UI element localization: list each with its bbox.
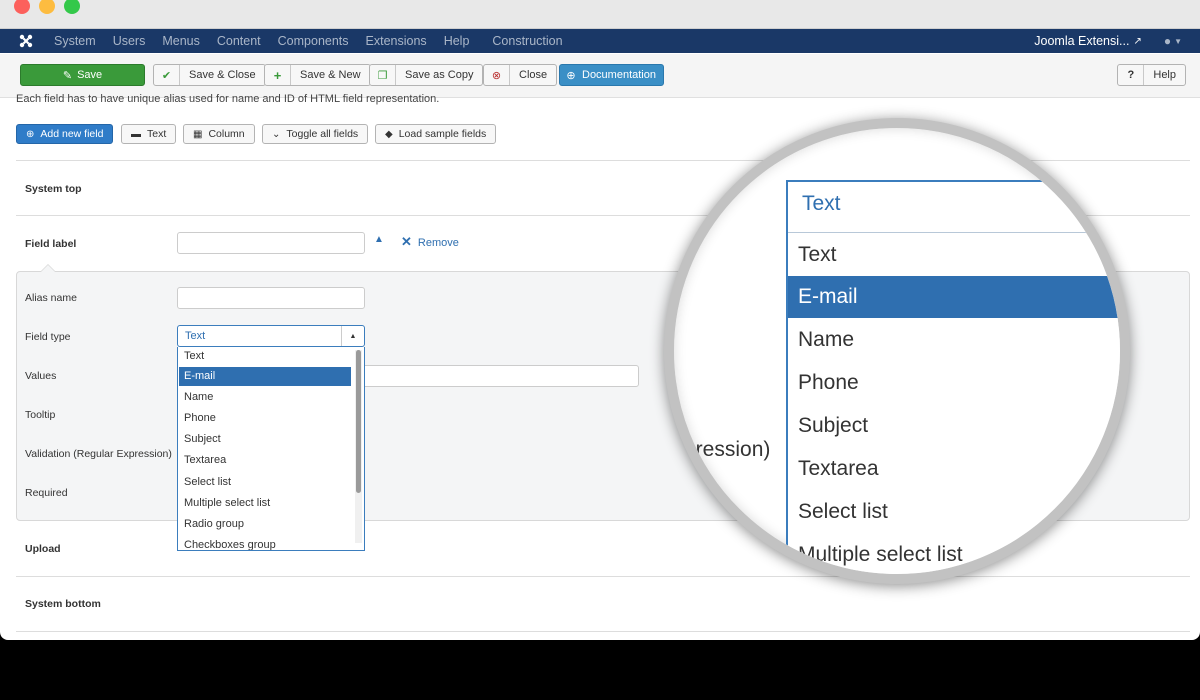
divider <box>16 631 1190 632</box>
help-button[interactable]: ? Help <box>1117 64 1186 86</box>
dropdown-option[interactable]: Textarea <box>179 451 351 470</box>
close-window-dot[interactable] <box>14 0 30 14</box>
save-close-button[interactable]: ✔ Save & Close <box>153 64 266 86</box>
action-toolbar: ✎ Save ✔ Save & Close + Save & New ❐ Sav… <box>0 54 1200 98</box>
admin-navbar: System Users Menus Content Components Ex… <box>0 29 1200 53</box>
field-type-value: Text <box>185 330 206 342</box>
magnified-divider <box>788 232 1118 233</box>
menu-users[interactable]: Users <box>113 29 146 53</box>
magnified-option: Phone <box>798 371 859 394</box>
grid-icon: ▦ <box>193 128 203 140</box>
close-button[interactable]: ⊗ Close <box>483 64 558 86</box>
maximize-window-dot[interactable] <box>64 0 80 14</box>
menu-menus[interactable]: Menus <box>162 29 200 53</box>
panel-pointer-inner <box>41 265 55 272</box>
save-button[interactable]: ✎ Save <box>20 64 145 86</box>
checkmark-icon: ✔ <box>154 65 180 85</box>
menu-extensions[interactable]: Extensions <box>366 29 427 53</box>
documentation-button[interactable]: ⊕ Documentation <box>559 64 664 86</box>
plus-circle-icon: ⊕ <box>26 128 35 140</box>
dropdown-scrollbar-thumb[interactable] <box>356 350 361 493</box>
edit-icon: ✎ <box>62 69 73 82</box>
dropdown-option[interactable]: Phone <box>179 409 351 428</box>
add-new-field-button[interactable]: ⊕ Add new field <box>16 124 114 144</box>
magnified-option: Multiple select list <box>798 543 963 566</box>
magnified-dropdown: Text Text E-mail Name Phone Subject Text… <box>786 180 1120 574</box>
menu-construction[interactable]: Construction <box>492 29 562 53</box>
globe-icon: ⊕ <box>566 69 576 82</box>
field-type-label: Field type <box>25 331 71 343</box>
menu-help[interactable]: Help <box>444 29 470 53</box>
dropdown-option[interactable]: Checkboxes group <box>179 536 351 550</box>
toggle-all-fields-button[interactable]: ⌄ Toggle all fields <box>262 124 369 144</box>
close-icon: ✕ <box>401 234 412 249</box>
section-upload[interactable]: Upload <box>25 543 61 555</box>
divider <box>16 576 1190 577</box>
remove-field-link[interactable]: ✕ Remove <box>401 234 459 250</box>
magnified-option: Name <box>798 328 855 351</box>
field-type-select[interactable]: Text ▲ <box>177 325 365 347</box>
menu-components[interactable]: Components <box>278 29 349 53</box>
dropdown-option[interactable]: Multiple select list <box>179 494 351 513</box>
save-copy-button[interactable]: ❐ Save as Copy <box>369 64 484 86</box>
section-field-label[interactable]: Field label <box>25 238 76 250</box>
cube-icon: ◆ <box>385 128 393 140</box>
values-label: Values <box>25 370 57 382</box>
plus-icon: + <box>265 65 291 85</box>
site-link[interactable]: Joomla Extensi... <box>1034 34 1129 48</box>
dropdown-option[interactable]: Radio group <box>179 515 351 534</box>
external-link-icon: ↗ <box>1133 35 1142 47</box>
window-titlebar <box>0 0 1200 29</box>
description-text: Each field has to have unique alias used… <box>16 93 440 105</box>
magnified-view: pression) Text Text E-mail Name Phone Su… <box>674 128 1120 574</box>
menu-system[interactable]: System <box>54 29 96 53</box>
chevron-down-icon[interactable]: ▼ <box>1174 37 1182 46</box>
dropdown-option-selected[interactable]: E-mail <box>179 367 351 386</box>
tooltip-label: Tooltip <box>25 409 56 421</box>
magnified-option: Select list <box>798 500 888 523</box>
magnified-selected-value: Text <box>802 192 841 215</box>
chevron-down-icon: ⌄ <box>272 128 281 140</box>
main-menu: System Users Menus Content Components Ex… <box>54 29 580 53</box>
save-new-button[interactable]: + Save & New <box>264 64 371 86</box>
section-system-top[interactable]: System top <box>25 183 82 195</box>
add-column-button[interactable]: ▦ Column <box>183 124 255 144</box>
magnified-option: Textarea <box>798 457 879 480</box>
load-sample-fields-button[interactable]: ◆ Load sample fields <box>375 124 497 144</box>
dropdown-option[interactable]: Name <box>179 388 351 407</box>
validation-label: Validation (Regular Expression) <box>25 448 172 460</box>
dropdown-option[interactable]: Select list <box>179 473 351 492</box>
magnified-option-selected: E-mail <box>788 276 1118 318</box>
magnified-background-text: pression) <box>684 438 771 461</box>
required-label: Required <box>25 487 68 499</box>
dropdown-option[interactable]: Text <box>179 347 351 366</box>
navbar-right: Joomla Extensi... ↗ ● ▼ <box>1034 29 1182 53</box>
magnified-option: Subject <box>798 414 869 437</box>
close-circle-icon: ⊗ <box>484 65 510 85</box>
copy-icon: ❐ <box>370 65 396 85</box>
alias-name-input[interactable] <box>177 287 365 309</box>
joomla-logo-icon[interactable] <box>18 33 34 49</box>
alias-name-label: Alias name <box>25 292 77 304</box>
add-text-button[interactable]: ▬ Text <box>121 124 177 144</box>
section-system-bottom[interactable]: System bottom <box>25 598 101 610</box>
field-type-dropdown[interactable]: Text E-mail Name Phone Subject Textarea … <box>177 347 365 551</box>
caret-up-icon[interactable]: ▲ <box>341 326 364 346</box>
magnified-option: Text <box>798 243 837 266</box>
dropdown-option[interactable]: Subject <box>179 430 351 449</box>
chevron-up-icon[interactable]: ▲ <box>374 234 384 245</box>
minimize-window-dot[interactable] <box>39 0 55 14</box>
menu-content[interactable]: Content <box>217 29 261 53</box>
magnifier-lens: pression) Text Text E-mail Name Phone Su… <box>664 118 1130 584</box>
comment-icon: ▬ <box>131 128 141 140</box>
user-icon[interactable]: ● <box>1164 34 1171 48</box>
field-label-input[interactable] <box>177 232 365 254</box>
question-icon: ? <box>1118 65 1145 85</box>
